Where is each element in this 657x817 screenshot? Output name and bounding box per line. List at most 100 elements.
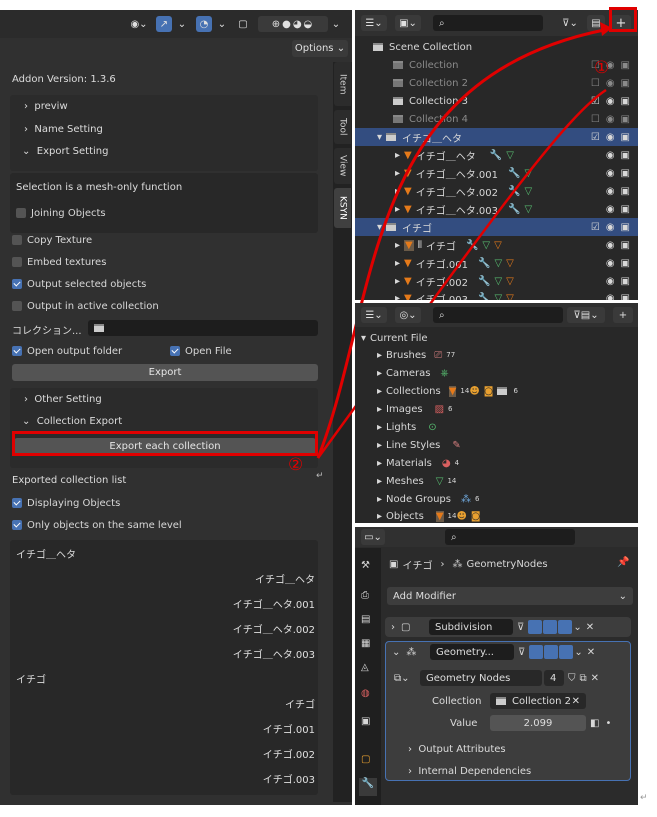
editor-type-icon[interactable]: ☰⌄ [361,307,387,323]
properties-panel: ▭⌄ ⌕ ▣ イチゴ › ⁂ GeometryNodes 📌 Add Modifier ⌄… [355,527,638,805]
camera-object-icon: ◙ [470,510,481,522]
chevron-down-icon: ⌄ [392,646,401,658]
fake-user-icon: ⛉ [568,672,576,684]
tree-item-images[interactable]: ▸ Images ▨ 6 [377,402,452,416]
data-search-input[interactable]: ⌕ [433,307,563,323]
editor-type-icon[interactable]: ▭⌄ [361,529,385,545]
modifier-name-field[interactable]: Geometry... [430,644,514,660]
chevron-right-icon: › [408,766,419,777]
tree-item-objects[interactable]: ▸ Objects ▼ 14 ☻ ◙ [377,509,485,523]
chevron-down-icon: ⌄ [573,621,582,633]
display-mode-icon[interactable]: ◎⌄ [395,307,421,323]
view-layer-tab-icon[interactable]: ▦ [361,638,370,649]
output-attributes-section[interactable]: › Output Attributes [408,744,506,755]
brush-icon: ⎚ [434,349,443,361]
render-icon [558,620,573,634]
internal-dependencies-section[interactable]: › Internal Dependencies [408,766,531,777]
tree-item-materials[interactable]: ▸ Materials ◕ 4 [377,456,459,470]
collection-icon [496,697,506,705]
chevron-right-icon: › [408,744,419,755]
linestyle-icon: ✎ [452,439,461,451]
tree-item-cameras[interactable]: ▸ Cameras ⎈ [377,366,452,380]
close-icon: ✕ [571,695,580,707]
collection-tab-icon[interactable]: ▣ [361,716,370,727]
node-group-actions[interactable]: ⛉ ⧉ ✕ [568,671,599,685]
cage-icon [528,620,543,634]
monkey-icon: ☻ [469,385,480,397]
node-group-field[interactable]: Geometry Nodes [420,670,542,686]
duplicate-icon: ⧉ [579,672,587,684]
close-icon: ✕ [585,621,595,633]
tree-item-brushes[interactable]: ▸ Brushes ⎚ 77 [377,348,455,362]
render-icon [559,645,574,659]
node-tree-icon: ⧉⌄ [394,672,410,684]
modifier-header[interactable]: ⌄ ⁂ [392,645,420,659]
attribute-toggle-icon: ◧ [590,717,600,729]
modifier-subdivision: › ▢ Subdivision ⊽ ⌄ ✕ [385,617,631,637]
modifier-name-field[interactable]: Subdivision [429,619,513,635]
modifier-tab-icon[interactable]: 🔧 [359,778,377,796]
subdivision-icon: ▢ [401,621,411,633]
realtime-icon [543,620,558,634]
properties-search-input[interactable]: ⌕ [445,529,575,545]
collection-input-field[interactable]: Collection 2 ✕ [490,693,586,709]
scene-tab-icon[interactable]: ◬ [361,662,369,673]
mesh-object-icon: ▼ [448,385,457,397]
expand-arrow-icon: ▸ [377,421,383,433]
realtime-icon [544,645,559,659]
pin-icon[interactable]: 📌 [617,557,629,568]
tree-item-meshes[interactable]: ▸ Meshes ▽ 14 [377,474,456,488]
mesh-object-icon: ▼ [435,510,444,522]
collection-input-label: Collection [432,696,482,707]
tool-tab-icon[interactable]: ⚒ [361,560,370,571]
search-icon: ⌕ [439,309,445,321]
tree-item-line-styles[interactable]: ▸ Line Styles ✎ [377,438,465,452]
arrow-head [600,22,612,36]
editmode-icon: ⊽ [517,621,525,633]
render-tab-icon[interactable]: ⎙ [361,590,369,601]
world-tab-icon[interactable]: ◍ [361,688,370,699]
search-icon: ⌕ [451,531,457,543]
keyframe-icon: • [605,717,612,729]
value-actions[interactable]: ◧ • [590,716,611,730]
expand-arrow-icon: ▸ [377,475,383,487]
modifier-toggles[interactable]: ⊽ ⌄ ✕ [517,620,598,634]
expand-arrow-icon: ▸ [377,349,383,361]
cage-icon [529,645,544,659]
camera-object-icon: ◙ [483,385,494,397]
expand-arrow-icon: ▸ [377,493,383,505]
camera-icon: ⎈ [440,367,449,379]
value-input-field[interactable]: 2.099 [490,715,586,731]
properties-tabs: ⚒ ⎙ ▤ ▦ ◬ ◍ ▣ ▢ 🔧 [355,548,381,805]
monkey-icon: ☻ [456,510,467,522]
tree-item-lights[interactable]: ▸ Lights ⊙ [377,420,441,434]
expand-arrow-icon: ▸ [377,510,383,522]
geometry-nodes-icon: ⁂ [452,558,463,570]
material-icon: ◕ [441,457,451,469]
chevron-right-icon: › [391,621,395,633]
tree-root[interactable]: ▾ Current File [361,331,428,345]
tree-root-label: Current File [370,332,428,344]
add-icon[interactable]: + [613,307,633,323]
expand-arrow-icon: ▸ [377,367,383,379]
expand-arrow-icon: ▸ [377,457,383,469]
node-group-users: 4 [544,670,564,686]
return-mark: ↵ [640,793,648,803]
object-tab-icon[interactable]: ▢ [361,754,370,765]
tree-item-node-groups[interactable]: ▸ Node Groups ⁂ 6 [377,492,479,506]
node-tree-icon: ⁂ [460,493,471,505]
filter-icon[interactable]: ⊽▤⌄ [567,307,605,323]
modifier-header[interactable]: › ▢ [391,620,414,634]
blend-file-data-panel: ☰⌄ ◎⌄ ⌕ ⊽▤⌄ + ▾ Current File ▸ Brushes ⎚ 77 … [355,303,638,523]
modifier-toggles[interactable]: ⊽ ⌄ ✕ [518,645,599,659]
close-icon: ✕ [590,672,600,684]
add-modifier-dropdown[interactable]: Add Modifier ⌄ [387,587,633,605]
tree-item-collections[interactable]: ▸ Collections ▼ 14 ☻ ◙ 6 [377,384,518,398]
expand-arrow-icon: ▾ [361,332,367,344]
output-tab-icon[interactable]: ▤ [361,614,370,625]
node-group-selector[interactable]: ⧉⌄ [394,670,414,686]
expand-arrow-icon: ▸ [377,403,383,415]
mesh-data-icon: ▽ [435,475,444,487]
object-icon: ▣ [389,558,399,570]
modifier-geometry-nodes: ⌄ ⁂ Geometry... ⊽ ⌄ ✕ ⧉⌄ Geometry Nodes 4 ⛉… [385,641,631,781]
